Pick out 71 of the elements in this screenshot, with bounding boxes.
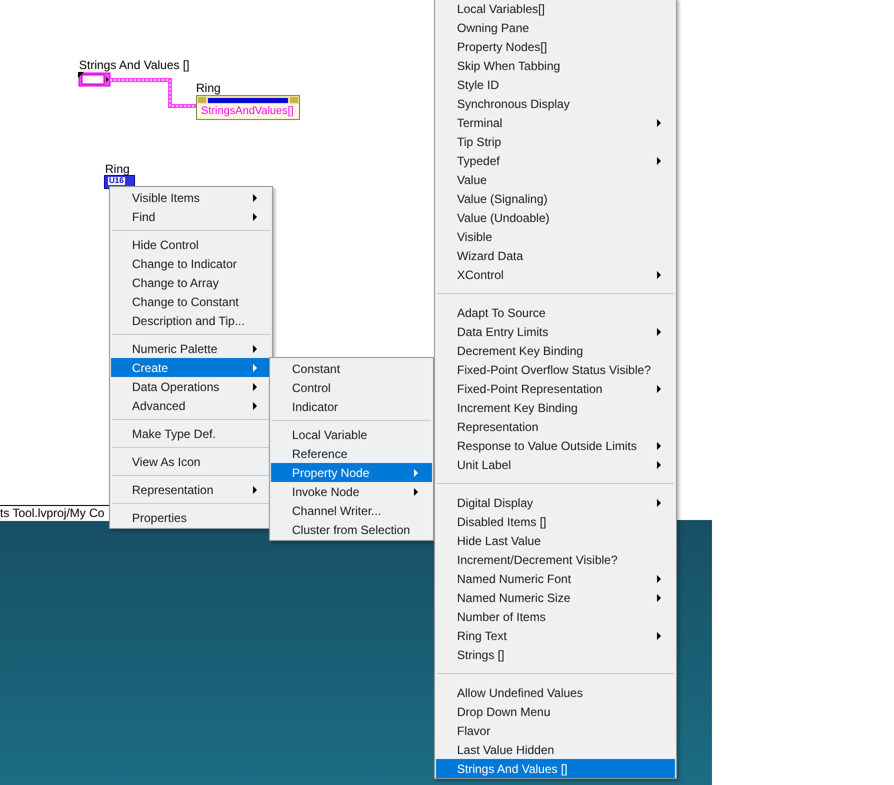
property-name: StringsAndValues[] [200, 104, 295, 118]
menu-item[interactable]: Data Entry Limits [436, 322, 675, 341]
menu-item[interactable]: Disabled Items [] [436, 512, 675, 531]
menu-item[interactable]: Reference [271, 444, 432, 463]
menu-item[interactable]: Visible Items [111, 188, 271, 207]
menu-item[interactable]: Digital Display [436, 493, 675, 512]
menu-item[interactable]: Ring Text [436, 626, 675, 645]
menu-item[interactable]: Last Value Hidden [436, 740, 675, 759]
status-bar-path: ts Tool.lvproj/My Co [0, 507, 104, 520]
menu-item[interactable]: Invoke Node [271, 482, 432, 501]
menu-item[interactable]: Skip When Tabbing [436, 56, 675, 75]
terminal-square-icon [290, 97, 298, 103]
menu-item[interactable]: Adapt To Source [436, 303, 675, 322]
menu-item[interactable]: Hide Control [111, 235, 271, 254]
menu-item[interactable]: Typedef [436, 151, 675, 170]
menu-item[interactable]: Data Operations [111, 377, 271, 396]
menu-item[interactable]: Advanced [111, 396, 271, 415]
menu-item[interactable]: Local Variable [271, 425, 432, 444]
menu-item[interactable]: Unit Label [436, 455, 675, 474]
menu-item[interactable]: Fixed-Point Representation [436, 379, 675, 398]
menu-item[interactable]: Description and Tip... [111, 311, 271, 330]
menu-item[interactable]: Representation [111, 480, 271, 499]
menu-item[interactable]: Hide Last Value [436, 531, 675, 550]
menu-item[interactable]: Number of Items [436, 607, 675, 626]
menu-item[interactable]: Constant [271, 359, 432, 378]
property-node-label: Ring [196, 80, 221, 97]
menu-item[interactable]: Wizard Data [436, 246, 675, 265]
menu-item[interactable]: Style ID [436, 75, 675, 94]
menu-item[interactable]: Property Nodes[] [436, 37, 675, 56]
menu-item[interactable]: Terminal [436, 113, 675, 132]
menu-item[interactable]: Control [271, 378, 432, 397]
array-terminal-icon [78, 72, 111, 87]
menu-item[interactable]: Representation [436, 417, 675, 436]
menu-item[interactable]: Allow Undefined Values [436, 683, 675, 702]
terminal-square-icon [198, 97, 206, 103]
menu-item[interactable]: Flavor [436, 721, 675, 740]
menu-item[interactable]: Change to Constant [111, 292, 271, 311]
menu-item[interactable]: Value [436, 170, 675, 189]
menu-item[interactable]: Properties [111, 508, 271, 527]
menu-item[interactable]: Change to Array [111, 273, 271, 292]
menu-item[interactable]: Response to Value Outside Limits [436, 436, 675, 455]
menu-item[interactable]: Increment/Decrement Visible? [436, 550, 675, 569]
menu-item[interactable]: Value (Signaling) [436, 189, 675, 208]
menu-item[interactable]: View As Icon [111, 452, 271, 471]
menu-item[interactable]: Create [111, 358, 271, 377]
menu-item[interactable]: Property Node [271, 463, 432, 482]
ring-label: Ring [105, 161, 130, 177]
menu-item[interactable]: Value (Undoable) [436, 208, 675, 227]
menu-item[interactable]: XControl [436, 265, 675, 284]
menu-item[interactable]: Synchronous Display [436, 94, 675, 113]
menu-item[interactable]: Local Variables[] [436, 0, 675, 18]
menu-item[interactable]: Tip Strip [436, 132, 675, 151]
menu-item[interactable]: Indicator [271, 397, 432, 416]
menu-item[interactable]: Increment Key Binding [436, 398, 675, 417]
menu-item[interactable]: Channel Writer... [271, 501, 432, 520]
menu-item[interactable]: Find [111, 207, 271, 226]
menu-item[interactable]: Drop Down Menu [436, 702, 675, 721]
menu-item[interactable]: Change to Indicator [111, 254, 271, 273]
menu-item[interactable]: Owning Pane [436, 18, 675, 37]
menu-item[interactable]: Numeric Palette [111, 339, 271, 358]
menu-item[interactable]: Strings [] [436, 645, 675, 664]
menu-item[interactable]: Visible [436, 227, 675, 246]
menu-item[interactable]: Strings And Values [] [436, 759, 675, 778]
menu-item[interactable]: Cluster from Selection [271, 520, 432, 539]
menu-item[interactable]: Decrement Key Binding [436, 341, 675, 360]
menu-item[interactable]: Named Numeric Font [436, 569, 675, 588]
menu-item[interactable]: Fixed-Point Overflow Status Visible? [436, 360, 675, 379]
ring-type-label: U16 [108, 177, 125, 185]
array-label: Strings And Values [] [79, 57, 190, 74]
menu-item[interactable]: Make Type Def. [111, 424, 271, 443]
menu-item[interactable]: Named Numeric Size [436, 588, 675, 607]
